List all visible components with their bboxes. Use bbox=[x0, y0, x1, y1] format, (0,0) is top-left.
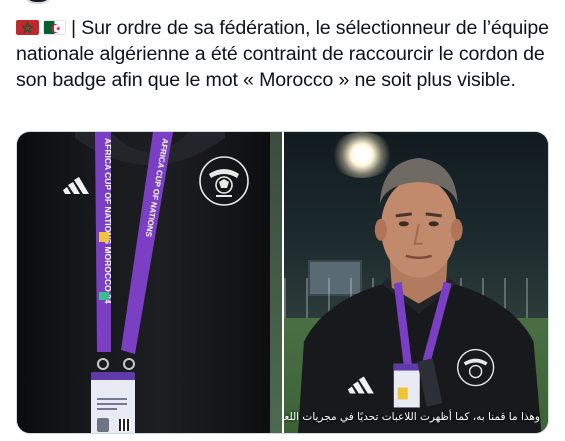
photo-lanyard-closeup[interactable]: AFRICA CUP OF NATIONS MOROCCO 24 AFRICA … bbox=[17, 132, 282, 433]
author-avatar[interactable] bbox=[22, 0, 54, 4]
badge-photo bbox=[97, 418, 109, 432]
media-grid[interactable]: AFRICA CUP OF NATIONS MOROCCO 24 AFRICA … bbox=[16, 131, 549, 434]
algeria-federation-crest-icon bbox=[199, 156, 249, 206]
tweet-text: | Sur ordre de sa fédération, le sélecti… bbox=[16, 15, 551, 93]
badge-qr-code bbox=[119, 419, 131, 431]
accreditation-badge bbox=[91, 372, 135, 433]
coach-figure bbox=[297, 157, 541, 433]
morocco-flag-icon bbox=[16, 20, 39, 35]
badge-text-lines bbox=[97, 398, 127, 413]
tweet-body: | Sur ordre de sa fédération, le sélecti… bbox=[16, 17, 549, 91]
algeria-flag-icon bbox=[43, 20, 66, 35]
photo-coach-interview[interactable]: وهذا ما قمنا به، كما أظهرت اللاعبات تحدي… bbox=[283, 132, 548, 433]
background-strip bbox=[269, 132, 282, 433]
svg-text:AFRICA CUP OF NATIONS MOROCCO: AFRICA CUP OF NATIONS MOROCCO 24 bbox=[103, 138, 113, 304]
video-subtitle: وهذا ما قمنا به، كما أظهرت اللاعبات تحدي… bbox=[283, 411, 541, 423]
